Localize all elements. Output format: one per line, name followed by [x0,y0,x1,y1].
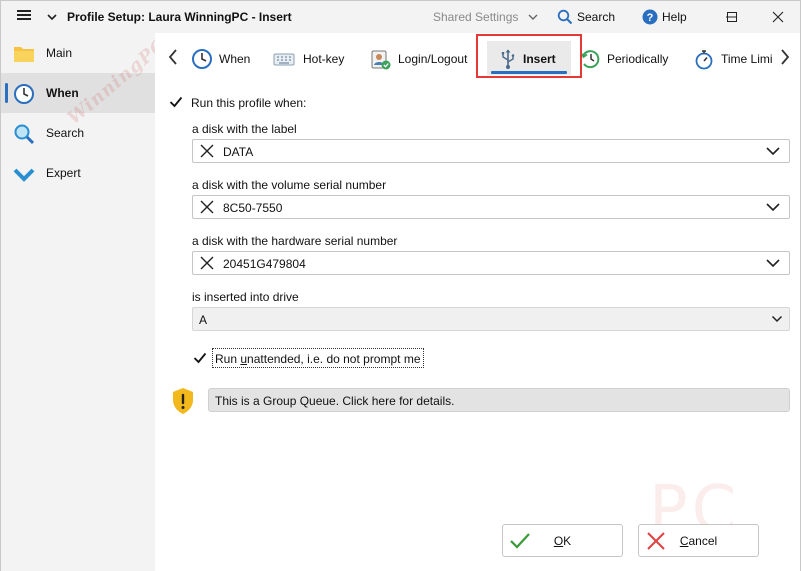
search-icon[interactable] [557,9,573,25]
hamburger-menu-icon[interactable] [17,9,33,25]
chevron-down-icon[interactable] [771,314,783,324]
hardware-serial-combo[interactable]: 20451G479804 [192,251,790,275]
chevron-check-icon [13,168,35,182]
title-bar: Profile Setup: Laura WinningPC - Insert … [1,1,800,33]
tab-label: Hot-key [303,52,345,66]
group-queue-info-bar[interactable]: This is a Group Queue. Click here for de… [208,388,790,412]
tab-periodically[interactable]: Periodically [577,41,677,75]
close-icon [772,11,784,23]
folder-icon [14,47,34,62]
chevron-down-icon[interactable] [765,200,781,214]
unattended-checkbox[interactable] [193,351,207,365]
chevron-down-icon[interactable] [47,7,57,27]
clear-icon[interactable] [199,143,215,159]
cancel-button[interactable]: Cancel [638,524,759,557]
clock-icon [192,49,212,69]
ok-rest: K [563,534,572,548]
group-queue-text: This is a Group Queue. Click here for de… [215,394,455,408]
unattended-label[interactable]: Run unattended, i.e. do not prompt me [215,352,421,366]
shield-warning-icon [173,388,193,414]
help-icon[interactable]: ? [642,9,658,25]
maximize-icon [727,12,737,22]
sidebar-item-label: Expert [46,166,81,180]
refresh-clock-icon [580,50,600,69]
run-profile-checkbox[interactable] [169,95,183,109]
tab-label: Login/Logout [398,52,468,66]
insert-tab-highlight [476,34,582,78]
volume-serial-combo[interactable]: 8C50-7550 [192,195,790,219]
tab-label: When [219,52,251,66]
tab-when[interactable]: When [187,41,257,75]
active-indicator [5,83,8,103]
magnifier-icon [14,124,35,145]
chevron-right-icon [781,49,790,65]
insert-settings-panel: Run this profile when: a disk with the l… [155,83,800,571]
tab-scroll-right-button[interactable] [775,47,795,67]
shared-settings-chevron-icon[interactable] [528,11,538,25]
hardware-serial-caption: a disk with the hardware serial number [192,234,398,248]
tab-scroll-left-button[interactable] [163,47,183,67]
tab-login-logout[interactable]: Login/Logout [365,41,477,75]
disk-label-value: DATA [223,145,254,159]
cancel-label: Cancel [639,534,758,548]
ok-accelerator: O [553,534,564,548]
svg-text:?: ? [647,12,654,24]
sidebar-item-label: Main [46,46,73,60]
disk-label-combo[interactable]: DATA [192,139,790,163]
sidebar-item-expert[interactable]: Expert [1,153,155,193]
tab-time-limit[interactable]: Time Limi [691,41,775,75]
unattended-rest: nattended, i.e. do not prompt me [247,352,421,366]
cancel-rest: ancel [688,534,718,548]
search-button[interactable]: Search [577,10,615,24]
keyboard-icon [273,53,295,66]
run-profile-label: Run this profile when: [191,96,307,110]
tab-hot-key[interactable]: Hot-key [269,41,353,75]
close-button[interactable] [755,1,801,33]
sidebar-item-label: Search [46,126,85,140]
maximize-button[interactable] [709,1,755,33]
chevron-left-icon [168,49,177,65]
window-title: Profile Setup: Laura WinningPC - Insert [67,10,292,24]
chevron-down-icon[interactable] [765,144,781,158]
ok-button[interactable]: OK [502,524,623,557]
sidebar-item-label: When [46,86,79,100]
unattended-prefix: Run [215,352,241,366]
volume-serial-value: 8C50-7550 [223,201,283,215]
shared-settings-menu[interactable]: Shared Settings [433,10,518,24]
ok-label: OK [503,534,622,548]
clear-icon[interactable] [199,199,215,215]
drive-value: A [199,313,208,327]
user-badge-icon [371,50,391,70]
drive-select[interactable]: A [192,307,790,331]
clear-icon[interactable] [199,255,215,271]
disk-label-caption: a disk with the label [192,122,297,136]
help-button[interactable]: Help [662,10,687,24]
clock-icon [14,84,34,104]
hardware-serial-value: 20451G479804 [223,257,306,271]
volume-serial-caption: a disk with the volume serial number [192,178,387,192]
chevron-down-icon[interactable] [765,256,781,270]
stopwatch-icon [695,50,713,70]
profile-setup-window: Profile Setup: Laura WinningPC - Insert … [0,0,801,571]
drive-caption: is inserted into drive [192,290,299,304]
tab-label: Time Limi [721,52,773,66]
tab-label: Periodically [607,52,669,66]
